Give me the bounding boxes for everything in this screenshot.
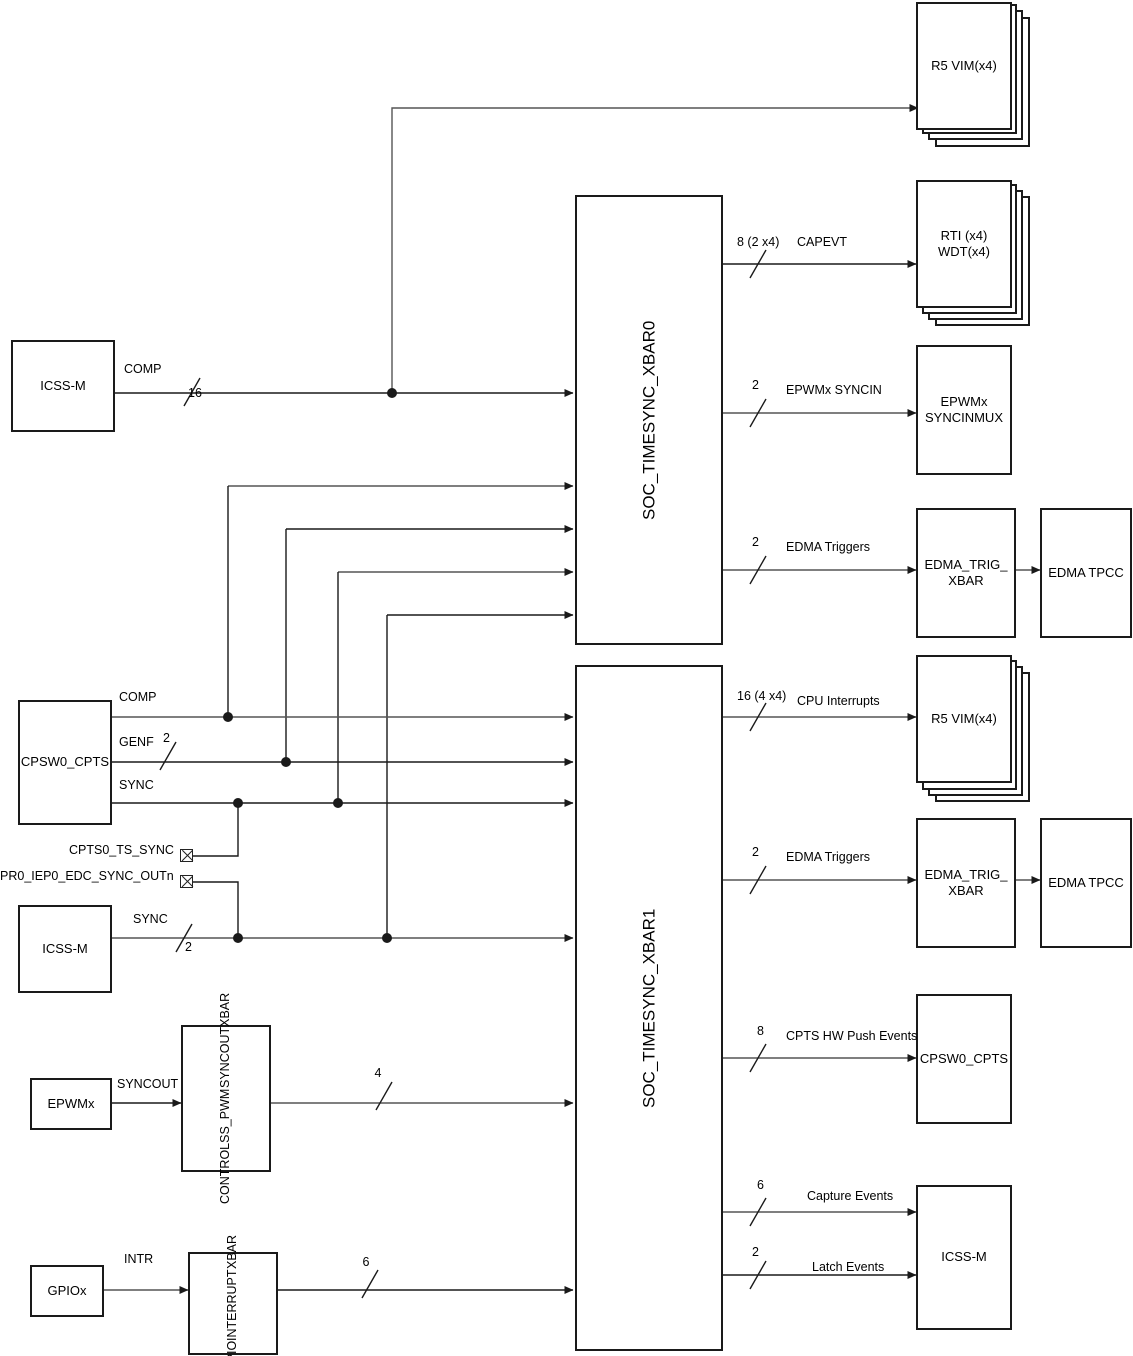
label-syncout: SYNCOUT	[117, 1077, 179, 1091]
label-capevt-width: 8 (2 x4)	[737, 235, 780, 249]
block-label-line1: CONTROLSS_PWM	[218, 1088, 233, 1204]
block-label-line2: SYNCOUTXBAR	[218, 993, 233, 1089]
label-edma-trig1: EDMA Triggers	[786, 850, 871, 864]
block-label: SOC_TIMESYNC_XBAR1	[639, 908, 659, 1108]
label-pr0-iep0-edc-sync-outn: PR0_IEP0_EDC_SYNC_OUTn	[0, 869, 174, 883]
block-epwmx-syncinmux[interactable]: EPWMx SYNCINMUX	[916, 345, 1012, 475]
label-gpio-xbar-out-width: 6	[362, 1255, 370, 1269]
label-genf: GENF	[119, 735, 154, 749]
block-icssm-top[interactable]: ICSS-M	[11, 340, 115, 432]
block-cpsw0-cpts-right[interactable]: CPSW0_CPTS	[916, 994, 1012, 1124]
block-label-line2: INTERRUPT	[225, 1269, 240, 1341]
block-label: CPSW0_CPTS	[919, 1050, 1009, 1066]
block-label-line3: XBAR	[225, 1235, 240, 1270]
label-epwm-syncin-width: 2	[752, 378, 759, 392]
label-cpu-int-width: 16 (4 x4)	[737, 689, 787, 703]
block-cpsw0-cpts-left[interactable]: CPSW0_CPTS	[18, 700, 112, 825]
timesync-xbar-diagram: ICSS-M CPSW0_CPTS ICSS-M EPWMx CONTROLSS…	[0, 0, 1133, 1356]
label-cpts0-ts-sync: CPTS0_TS_SYNC	[69, 843, 174, 857]
block-edma-tpcc-1[interactable]: EDMA TPCC	[1040, 818, 1132, 948]
label-capture-events: Capture Events	[807, 1189, 894, 1203]
block-label: EPWMx	[47, 1095, 95, 1111]
label-comp-top-width: 16	[188, 386, 202, 400]
block-label: CPSW0_CPTS	[20, 754, 110, 770]
block-label-line2: XBAR	[948, 883, 984, 898]
block-icssm-right[interactable]: ICSS-M	[916, 1185, 1012, 1330]
block-label-line1: EDMA_TRIG_	[924, 866, 1008, 882]
block-soc-timesync-xbar1[interactable]: SOC_TIMESYNC_XBAR1	[575, 665, 723, 1351]
block-label: ICSS-M	[42, 940, 88, 956]
block-icssm-mid[interactable]: ICSS-M	[18, 905, 112, 993]
label-latch-events: Latch Events	[812, 1260, 885, 1274]
block-label: R5 VIM(x4)	[931, 57, 997, 73]
label-pwm-xbar-out-width: 4	[374, 1066, 382, 1080]
block-label-line2: SYNCINMUX	[924, 410, 1003, 425]
block-label-line1: GPIO	[225, 1341, 241, 1356]
block-epwmx[interactable]: EPWMx	[30, 1078, 112, 1130]
block-r5-vim-mid[interactable]: R5 VIM(x4)	[916, 655, 1012, 783]
label-comp-cpts: COMP	[119, 690, 157, 704]
label-sync-icssm: SYNC	[133, 912, 168, 926]
pin-pr0-iep0-edc-sync-outn-icon[interactable]	[180, 875, 193, 888]
block-controlss-pwm-syncoutxbar[interactable]: CONTROLSS_PWM SYNCOUTXBAR	[181, 993, 271, 1204]
label-comp-top: COMP	[124, 362, 162, 376]
block-label: EDMA TPCC	[1048, 564, 1124, 580]
label-edma-trig1-width: 2	[752, 845, 759, 859]
block-label-line1: RTI (x4)	[940, 227, 988, 243]
block-gpiox[interactable]: GPIOx	[30, 1265, 104, 1317]
label-capture-width: 6	[757, 1178, 764, 1192]
block-label: EDMA TPCC	[1048, 874, 1124, 890]
block-label-line1: EPWMx	[940, 393, 988, 409]
block-label: SOC_TIMESYNC_XBAR0	[639, 320, 659, 520]
block-edma-tpcc-0[interactable]: EDMA TPCC	[1040, 508, 1132, 638]
block-label: GPIOx	[47, 1282, 87, 1298]
block-label: ICSS-M	[941, 1249, 987, 1265]
block-soc-timesync-xbar0[interactable]: SOC_TIMESYNC_XBAR0	[575, 195, 723, 645]
block-label-line1: EDMA_TRIG_	[924, 556, 1008, 572]
block-r5-vim-top[interactable]: R5 VIM(x4)	[916, 2, 1012, 130]
label-edma-trig0: EDMA Triggers	[786, 540, 871, 554]
block-edma-trig-xbar-0[interactable]: EDMA_TRIG_ XBAR	[916, 508, 1016, 638]
block-label-line2: WDT(x4)	[938, 244, 990, 259]
label-sync-icssm-width: 2	[185, 940, 192, 954]
label-cpu-interrupts: CPU Interrupts	[797, 694, 880, 708]
label-genf-width: 2	[163, 731, 170, 745]
label-latch-width: 2	[752, 1245, 759, 1259]
label-intr: INTR	[124, 1252, 154, 1266]
block-label-line2: XBAR	[948, 573, 984, 588]
label-capevt: CAPEVT	[797, 235, 848, 249]
pin-cpts0-ts-sync-icon[interactable]	[180, 849, 193, 862]
label-epwm-syncin: EPWMx SYNCIN	[786, 383, 882, 397]
block-label: R5 VIM(x4)	[931, 710, 997, 726]
block-gpio-interrupt-xbar[interactable]: GPIO INTERRUPT XBAR	[188, 1235, 278, 1356]
label-edma-trig0-width: 2	[752, 535, 759, 549]
label-cpts-push-width: 8	[757, 1024, 764, 1038]
block-edma-trig-xbar-1[interactable]: EDMA_TRIG_ XBAR	[916, 818, 1016, 948]
label-sync-cpts: SYNC	[119, 778, 154, 792]
block-rti-wdt[interactable]: RTI (x4) WDT(x4)	[916, 180, 1012, 308]
label-cpts-push-events: CPTS HW Push Events	[786, 1029, 918, 1043]
block-label: ICSS-M	[40, 377, 86, 393]
